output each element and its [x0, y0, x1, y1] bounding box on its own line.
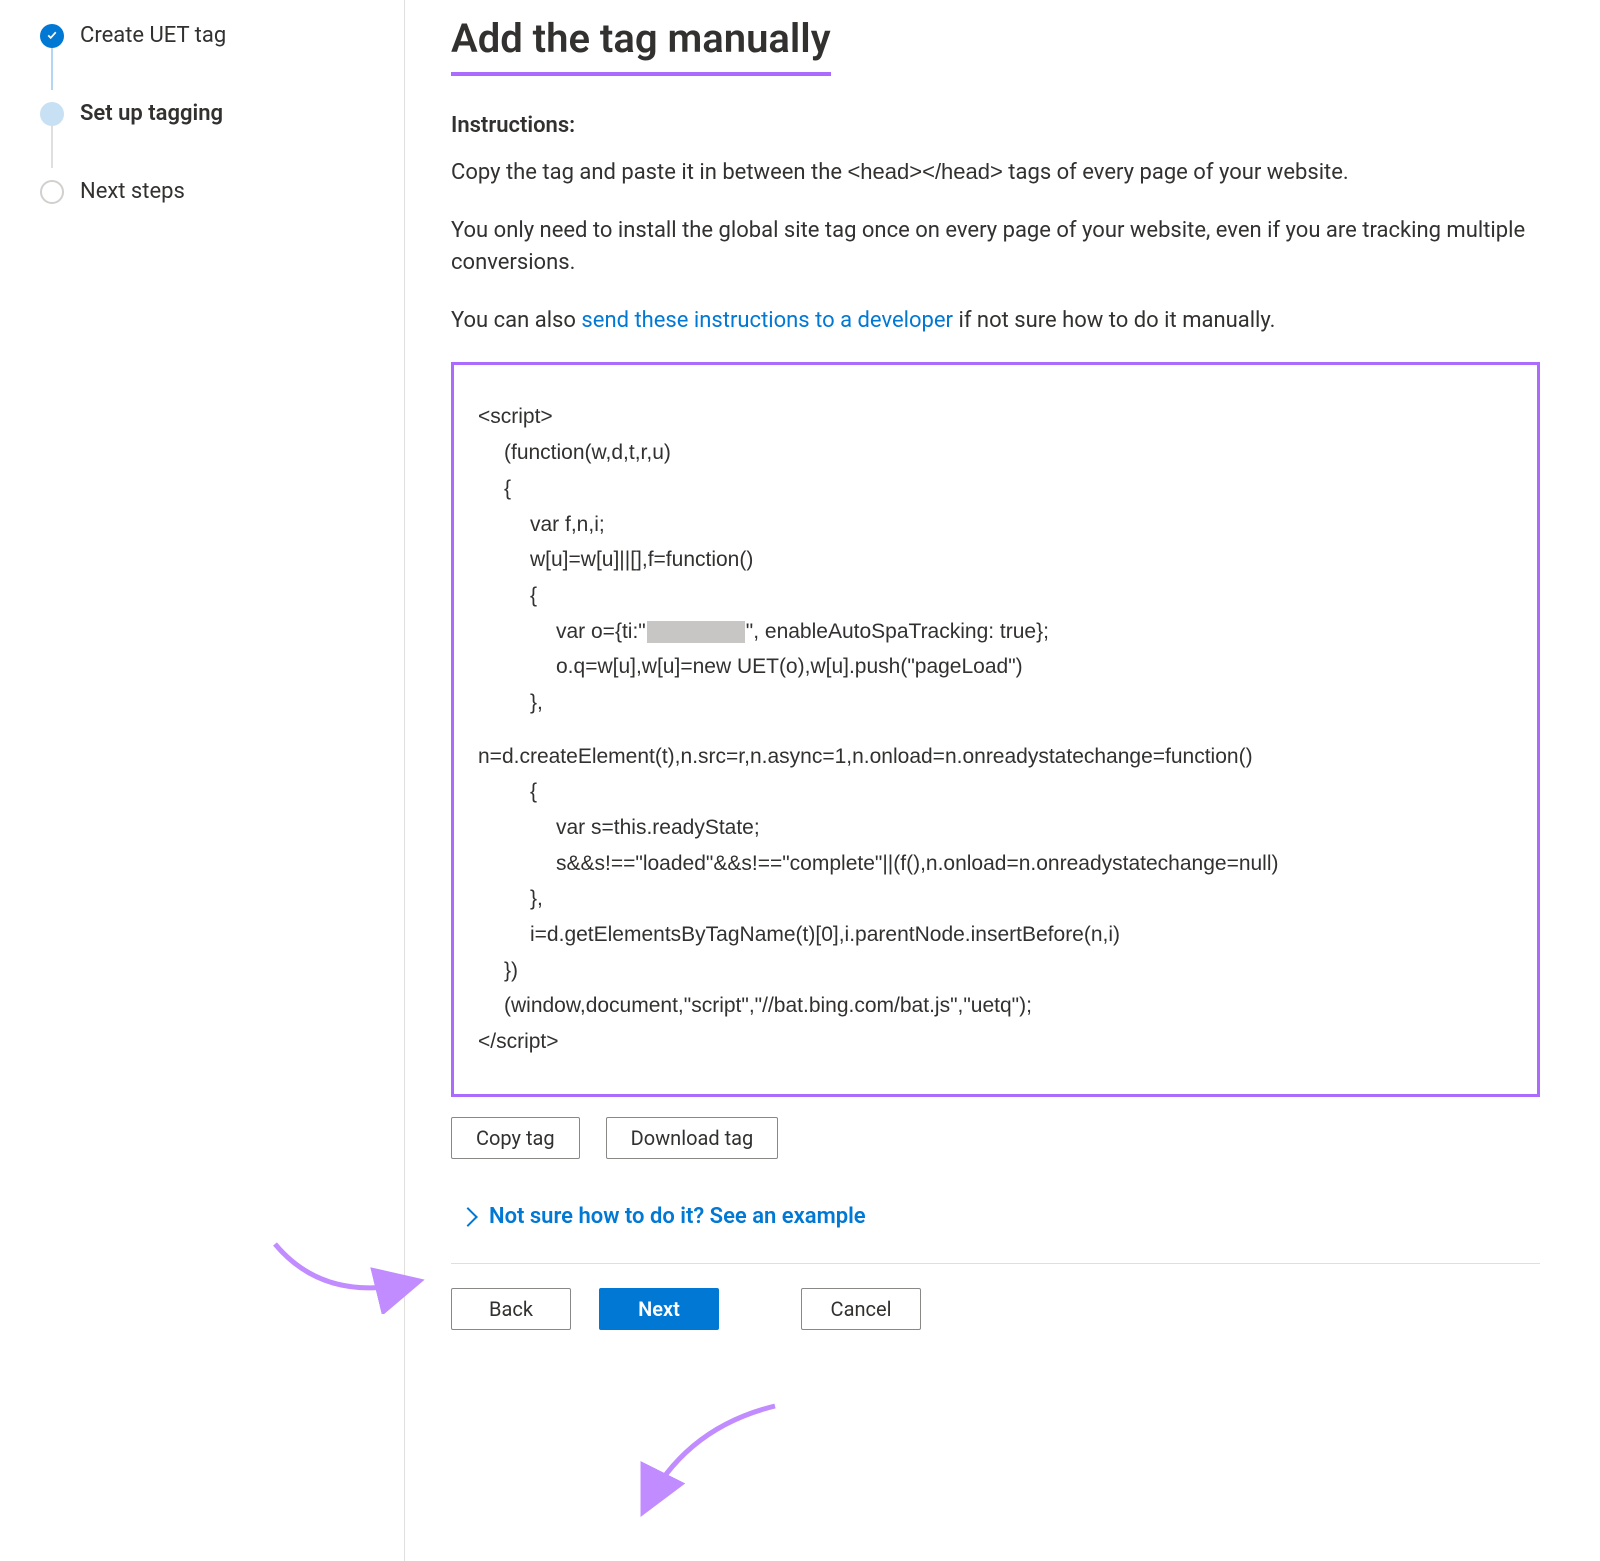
redacted-account-id: [647, 621, 745, 643]
code-line: w[u]=w[u]||[],f=function(): [478, 542, 1513, 578]
chevron-right-icon: [458, 1207, 478, 1227]
tag-action-buttons: Copy tag Download tag: [451, 1117, 1540, 1159]
step-next-steps[interactable]: Next steps: [40, 176, 404, 208]
back-button[interactable]: Back: [451, 1288, 571, 1330]
code-line: var o={ti:"", enableAutoSpaTracking: tru…: [478, 614, 1513, 650]
code-line: },: [478, 685, 1513, 721]
download-tag-button[interactable]: Download tag: [606, 1117, 779, 1159]
main-content: Add the tag manually Instructions: Copy …: [405, 0, 1600, 1561]
code-line: n=d.createElement(t),n.src=r,n.async=1,n…: [478, 739, 1513, 775]
code-line: <script>: [478, 399, 1513, 435]
stepper-sidebar: Create UET tag Set up tagging Next steps: [0, 0, 405, 1561]
footer-divider: [451, 1263, 1540, 1264]
next-button[interactable]: Next: [599, 1288, 719, 1330]
instructions-paragraph-2: You only need to install the global site…: [451, 215, 1540, 279]
see-example-expander[interactable]: Not sure how to do it? See an example: [451, 1201, 1540, 1233]
instructions-paragraph-1: Copy the tag and paste it in between the…: [451, 156, 1540, 189]
code-line: o.q=w[u],w[u]=new UET(o),w[u].push("page…: [478, 649, 1513, 685]
code-line: }): [478, 953, 1513, 989]
expander-label: Not sure how to do it? See an example: [489, 1201, 866, 1233]
code-line: var s=this.readyState;: [478, 810, 1513, 846]
instructions-heading: Instructions:: [451, 110, 1540, 142]
step-label: Set up tagging: [80, 98, 223, 130]
head-tags-inline: <head></head>: [847, 159, 1002, 184]
uet-tag-code-box[interactable]: <script> (function(w,d,t,r,u) { var f,n,…: [451, 362, 1540, 1096]
current-step-icon: [40, 102, 64, 126]
page-title: Add the tag manually: [451, 10, 831, 76]
copy-tag-button[interactable]: Copy tag: [451, 1117, 580, 1159]
code-line: </script>: [478, 1024, 1513, 1060]
code-line: (window,document,"script","//bat.bing.co…: [478, 988, 1513, 1024]
code-line: (function(w,d,t,r,u): [478, 435, 1513, 471]
instructions-block: Instructions: Copy the tag and paste it …: [451, 110, 1540, 336]
step-create-uet-tag[interactable]: Create UET tag: [40, 20, 404, 52]
code-line: {: [478, 471, 1513, 507]
code-line: var f,n,i;: [478, 507, 1513, 543]
send-to-developer-link[interactable]: send these instructions to a developer: [581, 308, 953, 333]
code-line: i=d.getElementsByTagName(t)[0],i.parentN…: [478, 917, 1513, 953]
step-label: Next steps: [80, 176, 185, 208]
code-line: },: [478, 881, 1513, 917]
step-label: Create UET tag: [80, 20, 226, 52]
annotation-arrow-icon: [625, 1398, 785, 1518]
connector-line: [51, 122, 53, 168]
step-set-up-tagging[interactable]: Set up tagging: [40, 98, 404, 130]
cancel-button[interactable]: Cancel: [801, 1288, 921, 1330]
instructions-paragraph-3: You can also send these instructions to …: [451, 305, 1540, 337]
upcoming-step-icon: [40, 180, 64, 204]
check-circle-icon: [40, 24, 64, 48]
connector-line: [51, 44, 53, 90]
wizard-footer-buttons: Back Next Cancel: [451, 1288, 1540, 1330]
code-line: {: [478, 774, 1513, 810]
code-line: {: [478, 578, 1513, 614]
code-line: s&&s!=="loaded"&&s!=="complete"||(f(),n.…: [478, 846, 1513, 882]
